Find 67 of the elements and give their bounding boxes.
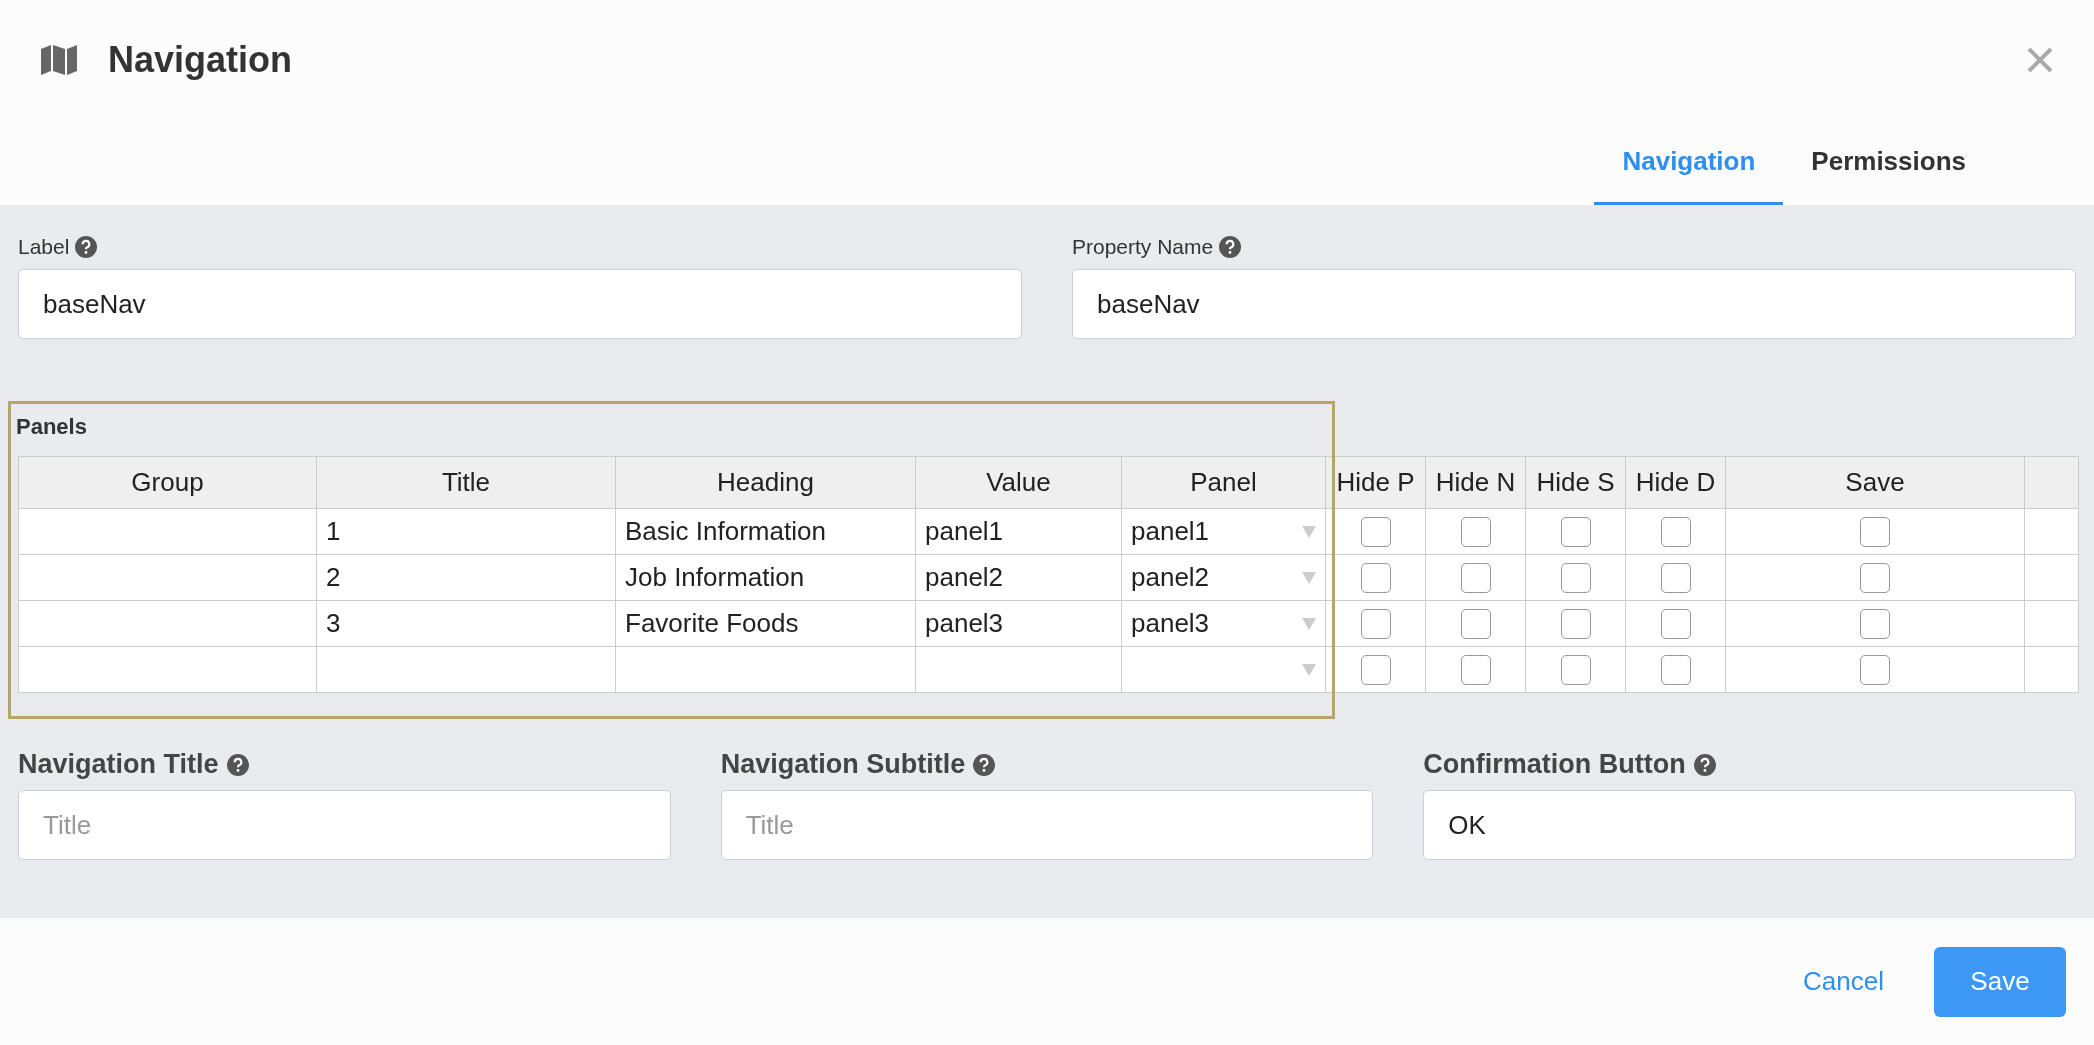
text-field[interactable]: baseNav <box>18 269 1022 339</box>
table-cell: panel3 <box>915 600 1122 647</box>
caret-icon <box>1302 663 1316 676</box>
text-field[interactable]: OK <box>1423 790 2076 860</box>
checkbox[interactable] <box>1660 608 1691 639</box>
help-icon[interactable] <box>75 236 98 258</box>
column-header: Hide N <box>1425 456 1526 509</box>
select-cell[interactable] <box>1121 646 1326 693</box>
column-header: Save <box>1725 456 2025 509</box>
text-field[interactable]: baseNav <box>1072 269 2076 339</box>
caret-icon <box>1302 525 1316 538</box>
column-header: Value <box>915 456 1122 509</box>
checkbox[interactable] <box>1360 562 1391 593</box>
checkbox[interactable] <box>1460 562 1491 593</box>
text-field[interactable]: Title <box>720 790 1374 860</box>
table-cell: Basic Information <box>615 508 916 555</box>
select-cell[interactable]: panel2 <box>1121 554 1326 601</box>
text-field[interactable]: Title <box>18 790 671 860</box>
checkbox[interactable] <box>1660 654 1691 685</box>
table-cell: 2 <box>316 554 616 601</box>
checkbox[interactable] <box>1660 516 1691 547</box>
table-cell: Favorite Foods <box>615 600 916 647</box>
checkbox[interactable] <box>1460 608 1491 639</box>
checkbox[interactable] <box>1660 562 1691 593</box>
checkbox[interactable] <box>1360 654 1391 685</box>
column-header: Hide S <box>1525 456 1626 509</box>
column-header: Panel <box>1121 456 1326 509</box>
field-label: Navigation Title <box>18 749 219 780</box>
caret-icon <box>1302 617 1316 630</box>
checkbox[interactable] <box>1860 608 1890 639</box>
caret-icon <box>1302 571 1316 584</box>
checkbox[interactable] <box>1360 608 1391 639</box>
checkbox[interactable] <box>1360 516 1391 547</box>
checkbox[interactable] <box>1860 654 1890 685</box>
checkbox[interactable] <box>1860 562 1890 593</box>
table-cell: Job Information <box>615 554 916 601</box>
help-icon[interactable] <box>1219 236 1242 258</box>
column-header: Hide D <box>1625 456 1726 509</box>
table-cell: 3 <box>316 600 616 647</box>
checkbox[interactable] <box>1560 608 1591 639</box>
select-cell[interactable]: panel1 <box>1121 508 1326 555</box>
map-icon <box>40 44 78 76</box>
close-icon[interactable] <box>2026 46 2054 74</box>
help-icon[interactable] <box>973 753 996 776</box>
dialog-title: Navigation <box>108 39 294 81</box>
field-label: Confirmation Button <box>1423 749 1686 780</box>
checkbox[interactable] <box>1560 562 1591 593</box>
table-cell: panel2 <box>915 554 1122 601</box>
table-cell: panel1 <box>915 508 1122 555</box>
column-header: Group <box>18 456 317 509</box>
field-label: Navigation Subtitle <box>720 749 966 780</box>
checkbox[interactable] <box>1460 654 1491 685</box>
column-header: Hide P <box>1325 456 1426 509</box>
select-cell[interactable]: panel3 <box>1121 600 1326 647</box>
checkbox[interactable] <box>1460 516 1491 547</box>
checkbox[interactable] <box>1560 654 1591 685</box>
checkbox[interactable] <box>1560 516 1591 547</box>
field-label: Property Name <box>1072 235 1214 259</box>
help-icon[interactable] <box>1693 753 1716 776</box>
field-label: Label <box>18 235 70 259</box>
checkbox[interactable] <box>1860 516 1890 547</box>
tab[interactable]: Permissions <box>1783 120 1994 205</box>
table-cell: 1 <box>316 508 616 555</box>
panels-title: Panels <box>15 413 88 441</box>
column-header: Heading <box>615 456 916 509</box>
help-icon[interactable] <box>226 753 249 776</box>
column-header: Title <box>316 456 616 509</box>
